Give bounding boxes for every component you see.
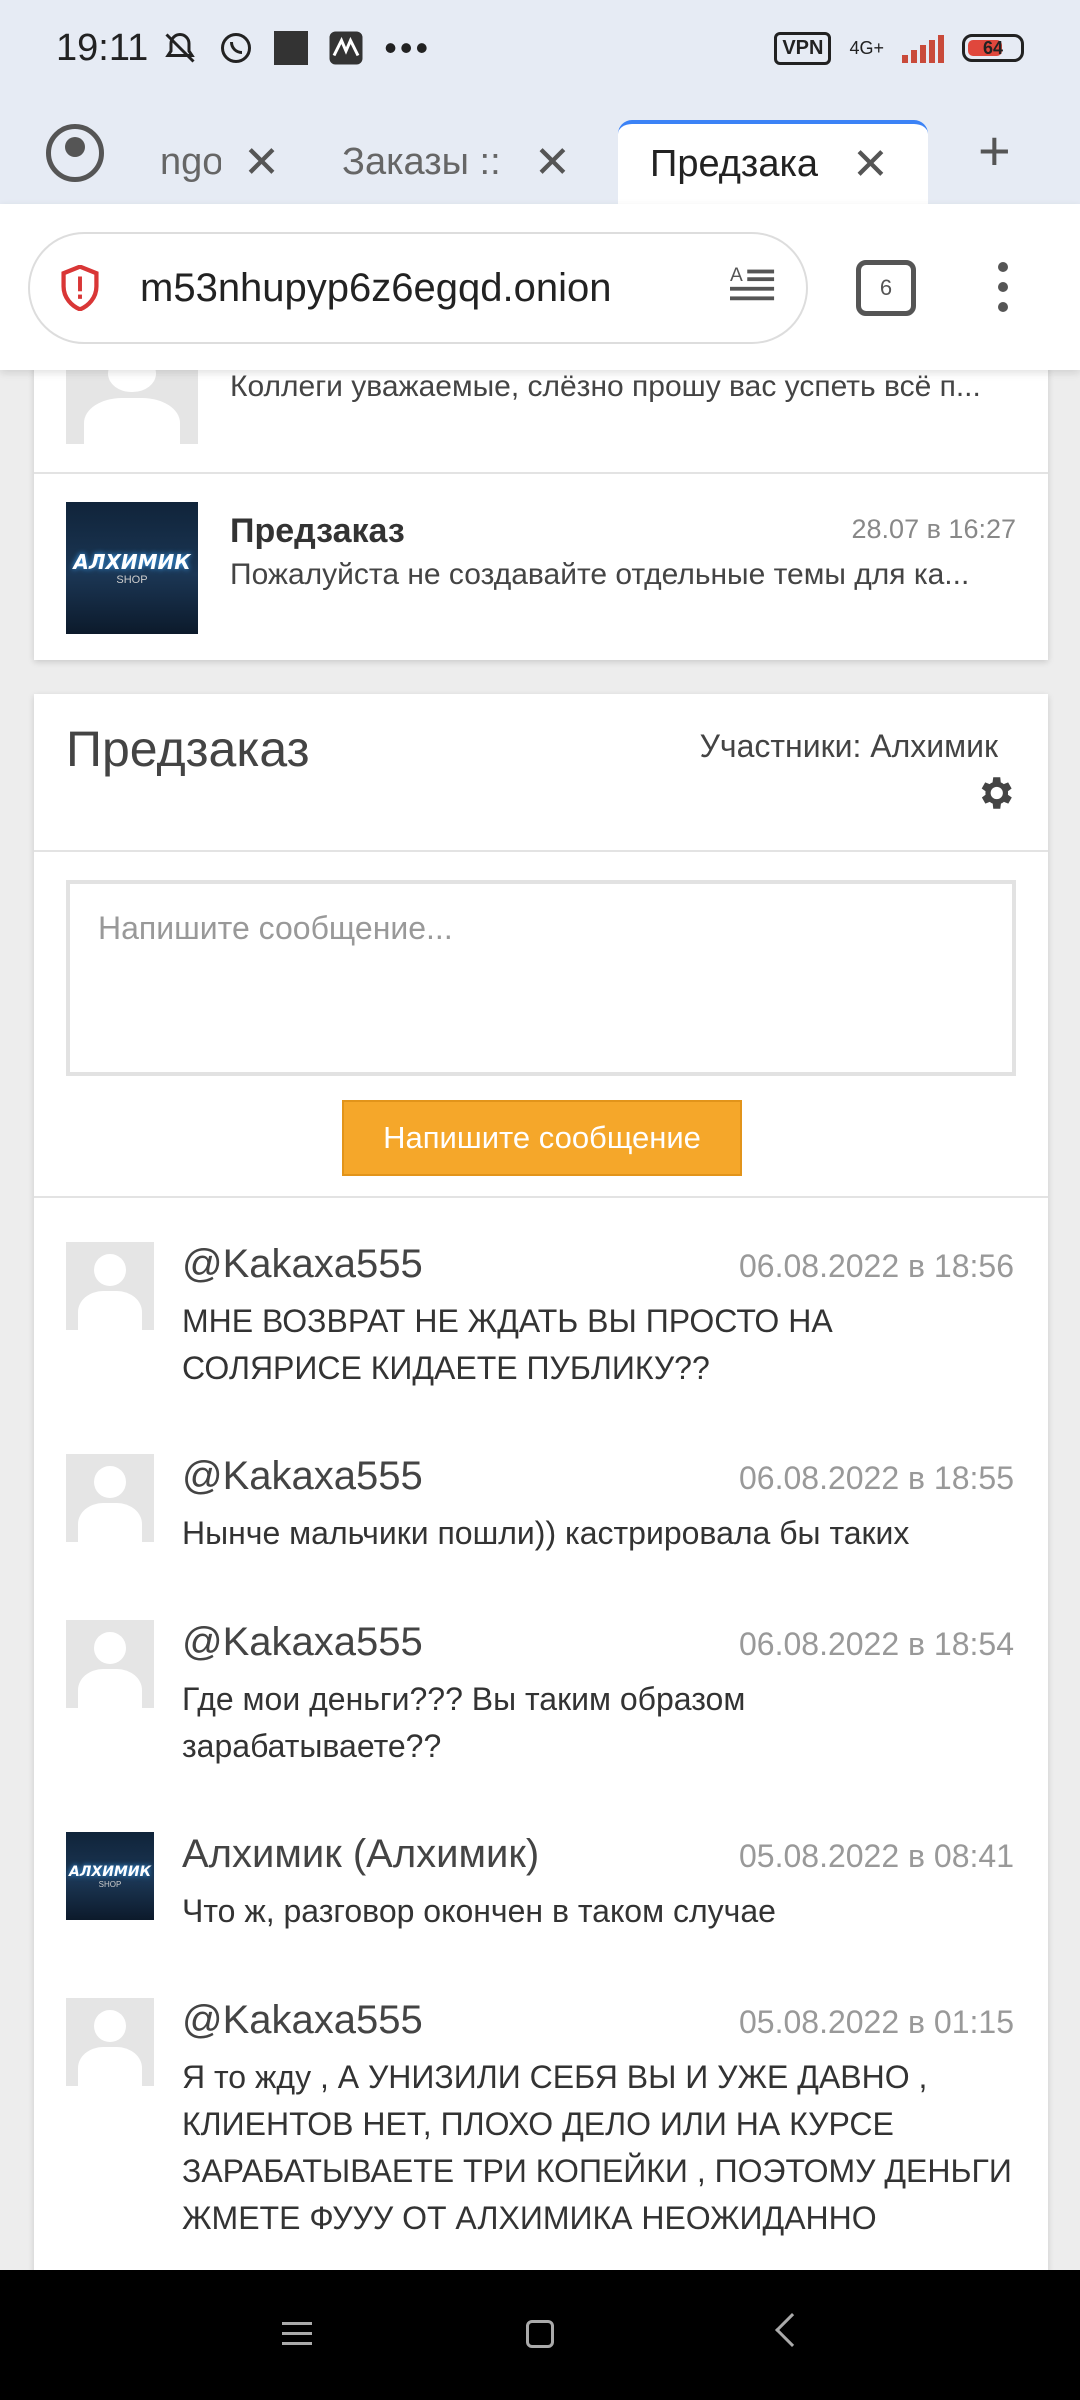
shop-logo-text: АЛХИМИК — [73, 550, 191, 574]
shop-avatar: АЛХИМИК SHOP — [66, 1832, 154, 1920]
tab-label: Заказы :: — [342, 140, 501, 183]
chat-panel: Предзаказ Участники: Алхимик Напишите со… — [34, 694, 1048, 2294]
tab-3-active[interactable]: Предзака ✕ — [618, 120, 928, 204]
browser-tab-bar: ngo ✕ Заказы :: ✕ Предзака ✕ + — [0, 96, 1080, 204]
app-notification-icon — [274, 31, 309, 65]
close-tab-icon[interactable]: ✕ — [852, 139, 889, 190]
tab-label: ngo — [160, 140, 222, 183]
avatar — [66, 1454, 154, 1542]
message-date: 06.08.2022 в 18:56 — [738, 1248, 1014, 1284]
network-type: 4G+ — [849, 38, 884, 58]
message-date: 05.08.2022 в 08:41 — [738, 1838, 1014, 1874]
message-item: АЛХИМИК SHOP Алхимик (Алхимик) 05.08.202… — [34, 1832, 1048, 1952]
message-author[interactable]: @Kakaxa555 — [182, 1454, 423, 1499]
message-text: Что ж, разговор окончен в таком случае — [182, 1893, 776, 1929]
message-item: @Kakaxa555 05.08.2022 в 01:15 Я то жду ,… — [34, 1998, 1048, 2258]
message-text: Нынче мальчики пошли)) кастрировала бы т… — [182, 1515, 910, 1551]
thread-list: Коллеги уважаемые, слёзно прошу вас успе… — [34, 340, 1048, 660]
message-date: 06.08.2022 в 18:54 — [738, 1626, 1014, 1662]
tab-switcher-button[interactable]: 6 — [856, 260, 916, 316]
tab-1[interactable]: ngo ✕ — [160, 120, 280, 204]
message-item: @Kakaxa555 06.08.2022 в 18:54 Где мои де… — [34, 1620, 1048, 1780]
thread-date: 28.07 в 16:27 — [851, 514, 1016, 544]
address-bar-area: m53nhupyp6z6egqd.onion A 6 — [0, 204, 1080, 370]
close-tab-icon[interactable]: ✕ — [243, 137, 280, 188]
tab-2[interactable]: Заказы :: ✕ — [342, 120, 586, 204]
clock: 19:11 — [56, 26, 149, 69]
profile-icon[interactable] — [46, 124, 104, 182]
message-author[interactable]: Алхимик (Алхимик) — [182, 1832, 539, 1877]
battery-icon: 64 — [962, 34, 1024, 62]
battery-level: 64 — [982, 37, 1004, 58]
message-text: МНЕ ВОЗВРАТ НЕ ЖДАТЬ ВЫ ПРОСТО НА СОЛЯРИ… — [182, 1303, 833, 1386]
send-message-button[interactable]: Напишите сообщение — [342, 1100, 742, 1176]
chat-title: Предзаказ — [66, 721, 310, 777]
svg-text:A: A — [730, 265, 743, 286]
vpn-badge: VPN — [774, 31, 832, 65]
message-item: @Kakaxa555 06.08.2022 в 18:56 МНЕ ВОЗВРА… — [34, 1242, 1048, 1402]
muted-bell-icon — [162, 30, 198, 66]
address-bar[interactable]: m53nhupyp6z6egqd.onion A — [28, 232, 808, 344]
divider — [34, 1196, 1048, 1198]
message-text: Где мои деньги??? Вы таким образом зараб… — [182, 1681, 746, 1764]
close-tab-icon[interactable]: ✕ — [534, 137, 571, 188]
message-item: @Kakaxa555 06.08.2022 в 18:55 Нынче маль… — [34, 1454, 1048, 1574]
whatsapp-icon — [218, 30, 254, 66]
app-logo-icon — [328, 30, 364, 66]
shop-avatar: АЛХИМИК SHOP — [66, 502, 198, 634]
status-bar: 19:11 ••• VPN 4G+ 64 — [0, 0, 1080, 96]
divider — [34, 850, 1048, 852]
message-author[interactable]: @Kakaxa555 — [182, 1998, 423, 2043]
thread-preview: Пожалуйста не создавайте отдельные темы … — [230, 558, 970, 591]
shop-logo-text: АЛХИМИК — [68, 1863, 152, 1880]
thread-item[interactable]: АЛХИМИК SHOP Предзаказ 28.07 в 16:27 Пож… — [34, 472, 1048, 660]
message-author[interactable]: @Kakaxa555 — [182, 1242, 423, 1287]
message-input[interactable]: Напишите сообщение... — [66, 880, 1016, 1076]
new-tab-icon[interactable]: + — [978, 118, 1011, 183]
shop-logo-subtext: SHOP — [98, 1879, 122, 1889]
message-text: Я то жду , А УНИЗИЛИ СЕБЯ ВЫ И УЖЕ ДАВНО… — [182, 2059, 1012, 2236]
gear-icon[interactable] — [974, 772, 1016, 814]
more-notifications-icon: ••• — [384, 27, 432, 68]
shield-icon[interactable] — [60, 265, 100, 311]
tab-label: Предзака — [650, 142, 819, 185]
signal-icon — [902, 33, 944, 63]
message-author[interactable]: @Kakaxa555 — [182, 1620, 423, 1665]
members-label: Участники: Алхимик — [699, 728, 998, 764]
shop-logo-subtext: SHOP — [116, 574, 148, 586]
back-icon[interactable] — [775, 2313, 809, 2347]
message-date: 06.08.2022 в 18:55 — [738, 1460, 1014, 1496]
avatar — [66, 1242, 154, 1330]
home-icon[interactable] — [526, 2320, 554, 2348]
thread-preview: Коллеги уважаемые, слёзно прошу вас успе… — [230, 370, 981, 403]
recent-apps-icon[interactable] — [282, 2322, 312, 2345]
overflow-menu-icon[interactable] — [994, 262, 1012, 312]
system-nav-bar — [0, 2270, 1080, 2400]
thread-title: Предзаказ — [230, 512, 405, 550]
message-date: 05.08.2022 в 01:15 — [738, 2004, 1014, 2040]
avatar — [66, 1998, 154, 2086]
url-text[interactable]: m53nhupyp6z6egqd.onion — [140, 266, 730, 311]
avatar — [66, 1620, 154, 1708]
reader-mode-icon[interactable]: A — [730, 263, 776, 313]
